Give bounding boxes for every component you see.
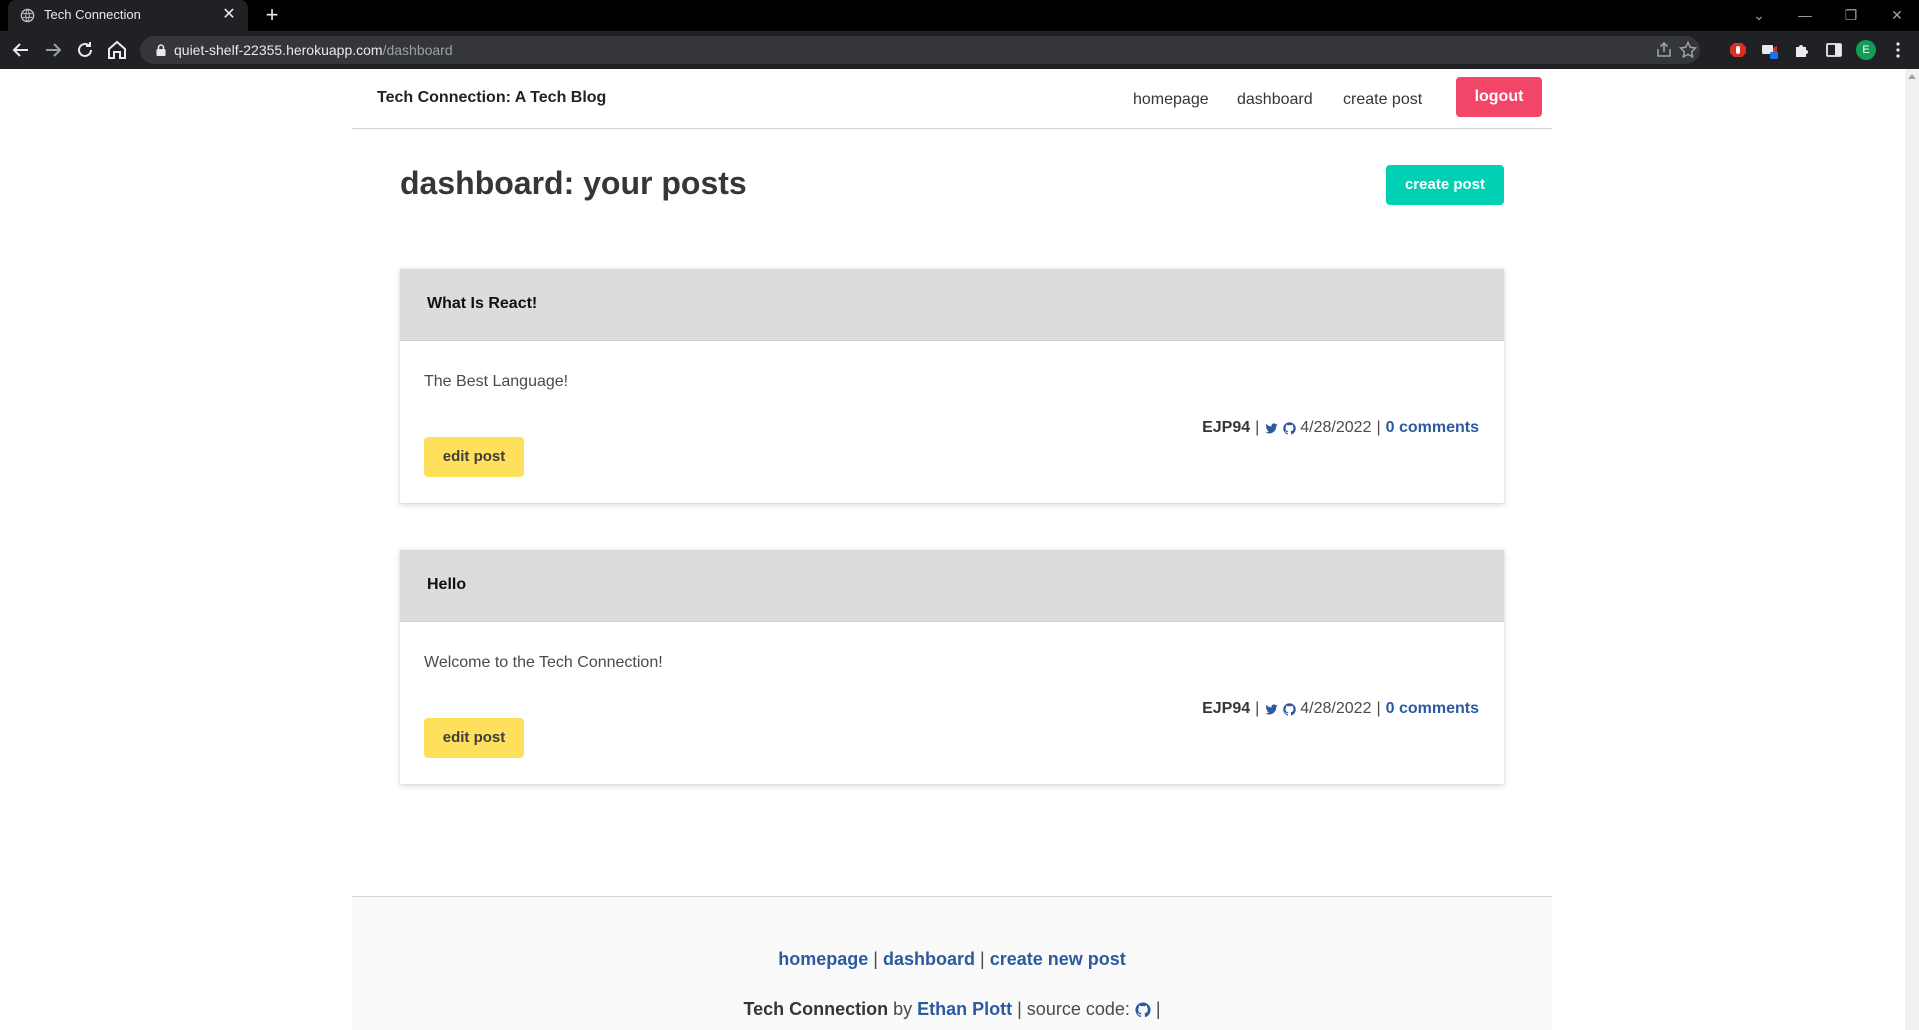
lock-icon[interactable] [154, 43, 168, 57]
site-brand[interactable]: Tech Connection: A Tech Blog [377, 89, 606, 107]
nav-link-homepage[interactable]: homepage [1133, 91, 1209, 109]
minimize-icon[interactable]: — [1790, 3, 1820, 27]
reload-icon[interactable] [73, 38, 97, 62]
tab-search-icon[interactable]: ⌄ [1744, 3, 1774, 27]
kebab-menu-icon[interactable] [1888, 40, 1908, 60]
close-window-icon[interactable]: ✕ [1882, 3, 1912, 27]
restore-icon[interactable]: ❐ [1836, 3, 1866, 27]
footer-link-dashboard[interactable]: dashboard [883, 949, 975, 969]
post-body: Welcome to the Tech Connection! [424, 654, 663, 671]
post-comments-link[interactable]: 0 comments [1386, 700, 1479, 718]
share-icon[interactable] [1654, 40, 1674, 60]
post-title[interactable]: What Is React! [427, 295, 537, 313]
post-card-header: Hello [400, 550, 1504, 622]
footer-by: by [893, 999, 913, 1019]
post-title[interactable]: Hello [427, 576, 466, 594]
post-body: The Best Language! [424, 373, 569, 390]
post-comments-link[interactable]: 0 comments [1386, 419, 1479, 437]
meta-separator: | [1255, 419, 1260, 436]
url-text: quiet-shelf-22355.herokuapp.com/dashboar… [174, 42, 453, 58]
twitter-icon[interactable] [1264, 702, 1279, 717]
post-date: 4/28/2022 [1300, 419, 1372, 436]
post-meta: EJP94 | 4/28/2022 | 0 comments [1202, 419, 1479, 437]
home-icon[interactable] [105, 38, 129, 62]
forward-arrow-icon[interactable] [41, 38, 65, 62]
meta-separator: | [1255, 700, 1260, 717]
browser-tab-strip: Tech Connection ✕ + ⌄ — ❐ ✕ [0, 0, 1919, 31]
close-tab-icon[interactable]: ✕ [220, 6, 238, 24]
github-icon[interactable] [1282, 421, 1297, 436]
extension-stop-icon[interactable] [1728, 40, 1748, 60]
footer-separator: | [1155, 999, 1161, 1019]
extensions-puzzle-icon[interactable] [1792, 40, 1812, 60]
edit-post-button[interactable]: edit post [424, 718, 524, 758]
page-viewport: Tech Connection: A Tech Blog homepage da… [0, 69, 1919, 1030]
browser-toolbar: quiet-shelf-22355.herokuapp.com/dashboar… [0, 31, 1919, 69]
post-author: EJP94 [1202, 419, 1251, 436]
footer-brand: Tech Connection [743, 999, 889, 1019]
address-bar[interactable]: quiet-shelf-22355.herokuapp.com/dashboar… [140, 36, 1700, 64]
edit-post-button[interactable]: edit post [424, 437, 524, 477]
nav-link-create-post[interactable]: create post [1343, 91, 1422, 109]
post-card-header: What Is React! [400, 269, 1504, 341]
tab-title: Tech Connection [44, 7, 141, 22]
meta-separator: | [1376, 700, 1381, 717]
meta-separator: | [1376, 419, 1381, 436]
page-title: dashboard: your posts [400, 165, 747, 201]
create-post-button[interactable]: create post [1386, 165, 1504, 205]
url-path: /dashboard [382, 42, 453, 58]
footer-separator: | [873, 949, 883, 969]
site-footer: homepage | dashboard | create new post T… [352, 896, 1552, 1030]
footer-links: homepage | dashboard | create new post [352, 949, 1552, 970]
logout-button[interactable]: logout [1456, 77, 1542, 117]
footer-credit: Tech Connection by Ethan Plott | source … [352, 999, 1552, 1020]
scrollbar[interactable] [1905, 69, 1919, 1030]
scroll-up-arrow-icon[interactable] [1908, 74, 1916, 79]
footer-link-create-new-post[interactable]: create new post [990, 949, 1126, 969]
post-author: EJP94 [1202, 700, 1251, 717]
bookmark-star-icon[interactable] [1678, 40, 1698, 60]
url-host: quiet-shelf-22355.herokuapp.com [174, 42, 383, 58]
github-icon[interactable] [1134, 1001, 1152, 1019]
extension-video-icon[interactable] [1760, 40, 1780, 60]
footer-source-label: | source code: [1017, 999, 1130, 1019]
nav-link-dashboard[interactable]: dashboard [1237, 91, 1313, 109]
footer-author-link[interactable]: Ethan Plott [917, 999, 1012, 1020]
post-card: Hello Welcome to the Tech Connection! EJ… [400, 550, 1504, 784]
profile-avatar[interactable]: E [1856, 40, 1876, 60]
post-date: 4/28/2022 [1300, 700, 1372, 717]
browser-tab[interactable]: Tech Connection ✕ [8, 0, 248, 31]
footer-link-homepage[interactable]: homepage [778, 949, 868, 969]
new-tab-icon[interactable]: + [260, 3, 284, 27]
footer-separator: | [980, 949, 990, 969]
post-meta: EJP94 | 4/28/2022 | 0 comments [1202, 700, 1479, 718]
back-arrow-icon[interactable] [9, 38, 33, 62]
github-icon[interactable] [1282, 702, 1297, 717]
site-navbar: Tech Connection: A Tech Blog homepage da… [352, 69, 1552, 129]
side-panel-icon[interactable] [1824, 40, 1844, 60]
post-card: What Is React! The Best Language! EJP94 … [400, 269, 1504, 503]
globe-icon [20, 8, 35, 23]
twitter-icon[interactable] [1264, 421, 1279, 436]
